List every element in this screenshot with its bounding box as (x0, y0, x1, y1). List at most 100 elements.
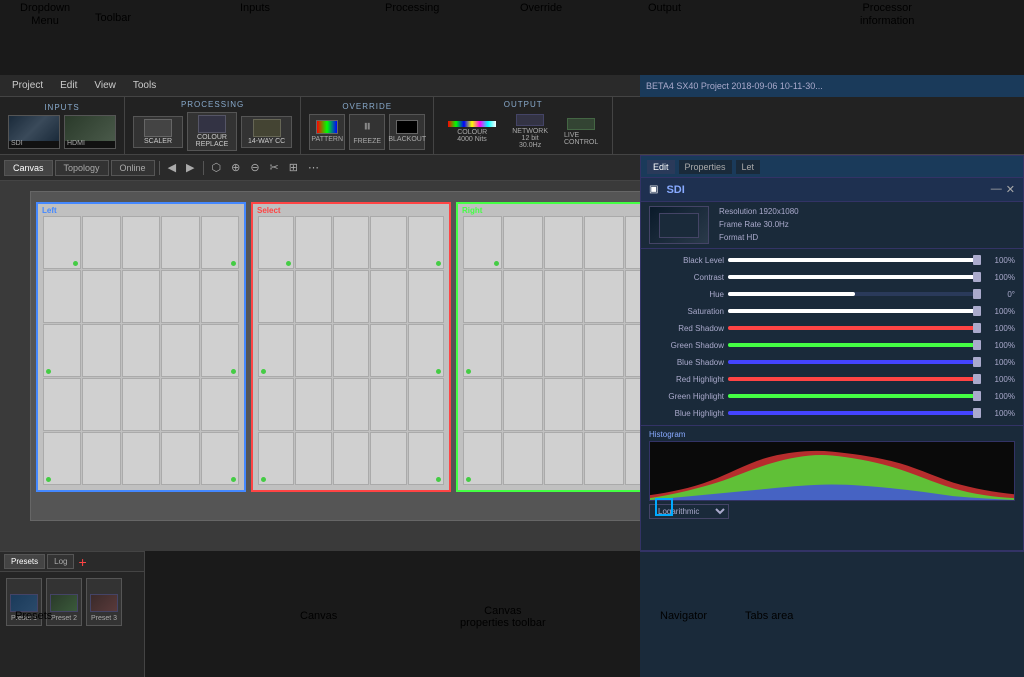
grid-cell (408, 324, 444, 377)
menu-view[interactable]: View (86, 78, 124, 93)
input-sdi-thumb[interactable]: SDI (8, 115, 60, 149)
slider-handle-5 (973, 340, 981, 350)
14-way-cc-btn[interactable]: 14-WAY CC (241, 116, 292, 148)
panel-left[interactable]: Left (36, 202, 246, 492)
tool-select[interactable]: ⬡ (208, 160, 226, 175)
menu-edit[interactable]: Edit (52, 78, 85, 93)
panel-center[interactable]: Select (251, 202, 451, 492)
menu-project[interactable]: Project (4, 78, 51, 93)
grid-cell (122, 324, 160, 377)
processing-content: SCALER COLOURREPLACE 14-WAY CC (133, 112, 292, 151)
slider-fill-5 (728, 343, 981, 347)
colour-output-btn[interactable]: COLOUR4000 Nits (442, 119, 502, 145)
grid-cell (201, 270, 239, 323)
add-preset-btn[interactable]: + (78, 555, 86, 569)
tool-fwd[interactable]: ▶ (182, 160, 198, 175)
grid-cell (201, 216, 239, 269)
grid-cell (503, 270, 542, 323)
preset-thumb-3 (90, 594, 118, 612)
slider-fill-9 (728, 411, 981, 415)
histogram-label: Histogram (649, 430, 1015, 439)
hdmi-image (65, 116, 115, 142)
properties-header: Edit Properties Let (641, 156, 1023, 178)
preset-item-2[interactable]: Preset 2 (46, 578, 82, 626)
tool-zoom-out[interactable]: ⊖ (246, 160, 263, 175)
slider-track-2[interactable] (728, 292, 981, 296)
tab-online[interactable]: Online (111, 160, 155, 176)
override-section: OVERRIDE PATTERN ⏸ FREEZE BLACKOUT (301, 97, 434, 154)
grid-dot (261, 369, 266, 374)
tool-crop[interactable]: ✂ (266, 160, 283, 175)
minimize-icon[interactable]: — (991, 183, 1002, 196)
grid-cell (463, 216, 502, 269)
slider-track-6[interactable] (728, 360, 981, 364)
slider-row-3: Saturation100% (649, 303, 1015, 319)
pattern-btn[interactable]: PATTERN (309, 114, 345, 150)
network-btn[interactable]: NETWORK12 bit30.0Hz (506, 112, 554, 151)
panel-center-label: Select (257, 206, 281, 215)
preset-item-1[interactable]: Preset 1 (6, 578, 42, 626)
prop-tab-properties[interactable]: Properties (679, 160, 732, 174)
tool-more[interactable]: ⋯ (304, 160, 323, 175)
grid-cell (463, 324, 502, 377)
slider-value-1: 100% (985, 273, 1015, 282)
sdi-image (9, 116, 59, 142)
slider-track-0[interactable] (728, 258, 981, 262)
slider-row-7: Red Highlight100% (649, 371, 1015, 387)
preset-tab-log[interactable]: Log (47, 554, 74, 569)
grid-cell (333, 270, 369, 323)
prop-tab-edit[interactable]: Edit (647, 160, 675, 174)
slider-track-5[interactable] (728, 343, 981, 347)
freeze-btn[interactable]: ⏸ FREEZE (349, 114, 385, 150)
tab-topology[interactable]: Topology (55, 160, 109, 176)
preset-tab-presets[interactable]: Presets (4, 554, 45, 569)
slider-fill-1 (728, 275, 981, 279)
prop-tab-let[interactable]: Let (736, 160, 761, 174)
grid-cell (258, 378, 294, 431)
grid-dot (73, 261, 78, 266)
live-control-btn[interactable]: LIVECONTROL (558, 116, 604, 148)
grid-cell (370, 270, 406, 323)
grid-cell (544, 324, 583, 377)
tool-back[interactable]: ◀ (164, 160, 180, 175)
canvas-workspace[interactable]: Left (30, 191, 730, 521)
tool-grid[interactable]: ⊞ (285, 160, 302, 175)
grid-cell (295, 432, 331, 485)
blackout-btn[interactable]: BLACKOUT (389, 114, 425, 150)
grid-dot (46, 477, 51, 482)
grid-cell (258, 216, 294, 269)
close-icon[interactable]: ✕ (1006, 183, 1015, 196)
annotation-toolbar: Toolbar (95, 12, 131, 25)
slider-track-1[interactable] (728, 275, 981, 279)
processing-label: PROCESSING (181, 100, 244, 109)
processor-text: BETA4 SX40 Project 2018-09-06 10-11-30..… (646, 81, 823, 91)
input-hdmi-thumb[interactable]: HDMI (64, 115, 116, 149)
colour-replace-btn[interactable]: COLOURREPLACE (187, 112, 237, 151)
presets-content: Preset 1 Preset 2 Preset 3 (0, 572, 144, 632)
panel-center-grid (258, 216, 444, 485)
scaler-btn[interactable]: SCALER (133, 116, 183, 148)
slider-track-4[interactable] (728, 326, 981, 330)
slider-track-8[interactable] (728, 394, 981, 398)
menu-tools[interactable]: Tools (125, 78, 164, 93)
tool-zoom-in[interactable]: ⊕ (227, 160, 244, 175)
slider-track-7[interactable] (728, 377, 981, 381)
panel-right[interactable]: Right (456, 202, 671, 492)
tab-canvas[interactable]: Canvas (4, 160, 53, 176)
slider-handle-8 (973, 391, 981, 401)
grid-cell (161, 432, 199, 485)
panel-right-grid (463, 216, 664, 485)
slider-track-9[interactable] (728, 411, 981, 415)
slider-handle-9 (973, 408, 981, 418)
slider-handle-4 (973, 323, 981, 333)
slider-label-8: Green Highlight (649, 392, 724, 401)
grid-dot (466, 477, 471, 482)
navigator-box[interactable] (655, 498, 673, 516)
ann-canvas: Canvas (300, 610, 337, 622)
slider-track-3[interactable] (728, 309, 981, 313)
preset-item-3[interactable]: Preset 3 (86, 578, 122, 626)
grid-cell (503, 432, 542, 485)
toolbar-area: INPUTS SDI HDMI PROCESSING SCALER COLOUR… (0, 97, 1024, 155)
grid-cell (544, 216, 583, 269)
slider-handle-7 (973, 374, 981, 384)
